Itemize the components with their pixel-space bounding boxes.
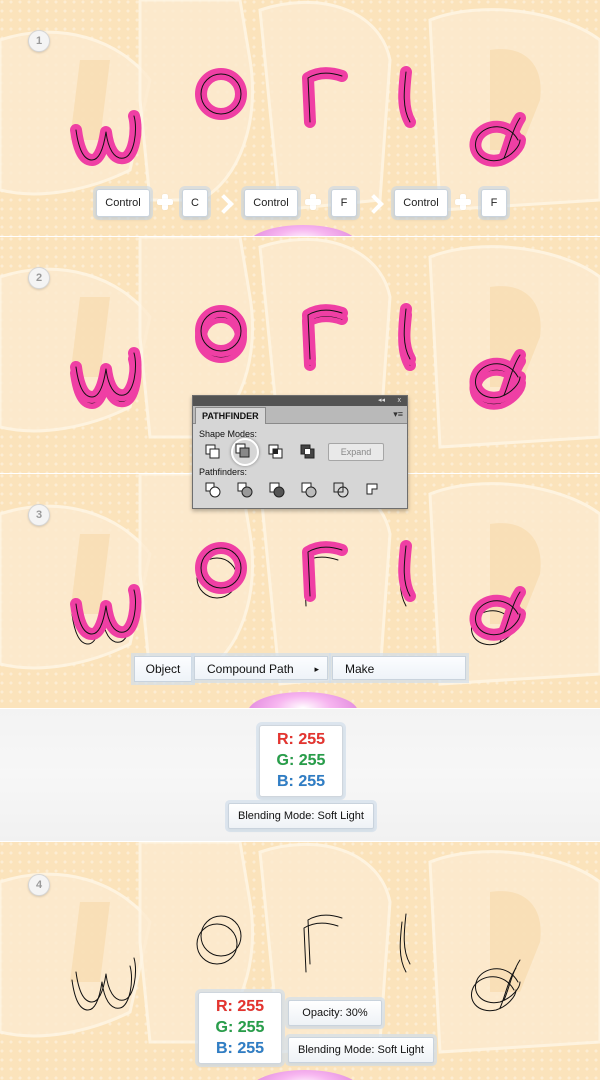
red-value: R: 255 [276, 731, 326, 748]
menu-compound-path[interactable]: Compound Path ▸ [194, 656, 328, 680]
f-key: F [331, 189, 357, 217]
step-badge: 4 [28, 874, 50, 896]
world-text-pink [0, 0, 600, 236]
control-key: Control [96, 189, 150, 217]
intersect-icon[interactable] [268, 444, 284, 460]
outline-icon[interactable] [333, 482, 349, 498]
control-key: Control [394, 189, 448, 217]
c-key: C [182, 189, 208, 217]
rgb-color-box: R: 255 G: 255 B: 255 [259, 725, 343, 797]
merge-icon[interactable] [269, 482, 285, 498]
pathfinder-panel: ◂◂ x PATHFINDER ▾≡ Shape Modes: Expand P… [192, 395, 408, 509]
blending-mode-label: Blending Mode: Soft Light [228, 803, 374, 829]
green-value: G: 255 [276, 752, 326, 769]
plus-icon [455, 194, 471, 210]
panel-titlebar: ◂◂ x [193, 396, 407, 406]
green-value: G: 255 [215, 1019, 265, 1036]
f-key: F [481, 189, 507, 217]
submenu-arrow-icon: ▸ [314, 664, 319, 674]
minus-back-icon[interactable] [365, 482, 381, 498]
minus-front-icon[interactable] [235, 443, 251, 459]
step-1-panel: 1 Control C Control F Control F [0, 0, 600, 236]
panel-menu-icon[interactable]: ▾≡ [393, 409, 403, 420]
menu-object[interactable]: Object [134, 656, 192, 682]
red-value: R: 255 [215, 998, 265, 1015]
blue-value: B: 255 [276, 773, 326, 790]
pathfinders-label: Pathfinders: [199, 467, 248, 477]
plus-icon [305, 194, 321, 210]
crop-icon[interactable] [301, 482, 317, 498]
opacity-label: Opacity: 30% [288, 1000, 382, 1026]
blue-value: B: 255 [215, 1040, 265, 1057]
control-key: Control [244, 189, 298, 217]
step-badge: 2 [28, 267, 50, 289]
menu-compound-path-label: Compound Path [207, 662, 294, 676]
trim-icon[interactable] [237, 482, 253, 498]
blending-mode-label: Blending Mode: Soft Light [288, 1037, 434, 1063]
step-4-panel: 4 R: 255 G: 255 B: 255 Opacity: 30% Blen… [0, 842, 600, 1080]
panel-tab-row: PATHFINDER ▾≡ [193, 406, 407, 424]
exclude-icon[interactable] [300, 444, 316, 460]
collapse-icon[interactable]: ◂◂ [378, 396, 385, 406]
unite-icon[interactable] [205, 444, 221, 460]
close-icon[interactable]: x [398, 396, 402, 406]
rgb-color-box: R: 255 G: 255 B: 255 [198, 992, 282, 1064]
step-badge: 3 [28, 504, 50, 526]
plus-icon [157, 194, 173, 210]
expand-button[interactable]: Expand [328, 443, 384, 461]
step-badge: 1 [28, 30, 50, 52]
menu-make[interactable]: Make [332, 656, 466, 680]
tab-pathfinder[interactable]: PATHFINDER [195, 407, 266, 424]
divide-icon[interactable] [205, 482, 221, 498]
fill-settings-panel: R: 255 G: 255 B: 255 Blending Mode: Soft… [0, 709, 600, 841]
step-3-panel: 3 Object Compound Path ▸ Make [0, 474, 600, 708]
